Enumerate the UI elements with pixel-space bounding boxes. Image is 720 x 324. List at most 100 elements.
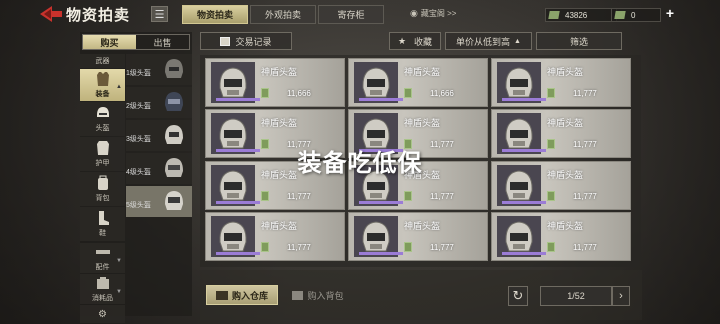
records-icon: [220, 36, 231, 46]
tab-appearance-auction[interactable]: 外观拍卖: [250, 5, 316, 24]
treasure-link[interactable]: ◉ 藏宝阁 >>: [410, 8, 456, 19]
item-name: 神盾头盔: [547, 221, 584, 231]
gear-icon: ⚙: [98, 308, 107, 320]
back-title[interactable]: 物资拍卖: [40, 3, 130, 25]
category-label: 消耗品: [92, 295, 113, 302]
item-thumbnail: [211, 113, 260, 154]
attachment-icon: [95, 250, 110, 254]
trade-records-button[interactable]: 交易记录: [200, 32, 292, 50]
toolbar: 交易记录 ★ 收藏 单价从低到高 ▲ 筛选: [200, 32, 642, 52]
category-armor[interactable]: 护甲: [80, 137, 125, 171]
item-card[interactable]: 神盾头盔 11,666: [348, 58, 488, 107]
item-card[interactable]: 神盾头盔 11,666: [205, 58, 345, 107]
level-3-helmet[interactable]: 3级头盔: [126, 120, 192, 151]
sell-tab[interactable]: 出售: [136, 35, 189, 49]
category-consumable[interactable]: 消耗品 ▼: [80, 274, 125, 304]
price-value: 11,777: [287, 139, 311, 149]
item-thumbnail: [497, 216, 546, 257]
item-price: 11,777: [404, 190, 486, 202]
level-4-helmet[interactable]: 4级头盔: [126, 153, 192, 184]
cash-icon: [404, 88, 412, 98]
item-price: 11,777: [404, 241, 486, 253]
item-price: 11,666: [404, 87, 486, 99]
armor-icon: [96, 141, 109, 155]
cash-icon: [261, 139, 269, 149]
buy-to-warehouse-button[interactable]: 购入仓库: [206, 285, 278, 305]
category-helmet[interactable]: 头盔: [80, 102, 125, 136]
level-label: 5级头盔: [126, 202, 151, 209]
item-name: 神盾头盔: [261, 118, 298, 128]
backpack-icon: [97, 175, 108, 190]
filter-button[interactable]: 筛选: [536, 32, 622, 50]
level-1-helmet[interactable]: 1级头盔: [126, 54, 192, 85]
buy-warehouse-label: 购入仓库: [231, 290, 268, 301]
cash-icon: [548, 11, 560, 19]
category-more[interactable]: ⚙: [80, 305, 125, 323]
backpack-icon: [292, 290, 304, 300]
item-card[interactable]: 神盾头盔 11,777: [348, 161, 488, 210]
chevron-up-icon: ▲: [116, 84, 122, 90]
item-card[interactable]: 神盾头盔 11,777: [491, 58, 631, 107]
item-thumbnail: [211, 62, 260, 103]
category-label: 护甲: [95, 160, 110, 167]
item-card[interactable]: 神盾头盔 11,777: [491, 161, 631, 210]
menu-button[interactable]: ☰: [151, 6, 168, 22]
add-currency-button[interactable]: +: [663, 6, 677, 21]
item-card[interactable]: 神盾头盔 11,777: [205, 212, 345, 261]
category-label: 武器: [95, 58, 110, 65]
refresh-button[interactable]: ↻: [508, 286, 528, 306]
sort-button[interactable]: 单价从低到高 ▲: [445, 32, 532, 50]
category-backpack[interactable]: 背包: [80, 172, 125, 206]
favorite-label: 收藏: [414, 36, 433, 47]
item-name: 神盾头盔: [261, 170, 298, 180]
item-name: 神盾头盔: [261, 67, 298, 77]
item-price: 11,777: [547, 241, 629, 253]
cash-icon: [614, 11, 626, 19]
tab-material-auction[interactable]: 物资拍卖: [182, 5, 248, 24]
item-card[interactable]: 神盾头盔 11,777: [348, 109, 488, 158]
currency-premium: 0: [611, 8, 661, 22]
category-panel: 购买 出售 武器 装备 ▲ 头盔 护甲 背包 鞋 配件 ▼ 消耗品 ▼ ⚙ 1级…: [80, 32, 192, 323]
refresh-icon: ↻: [512, 288, 524, 303]
item-thumbnail: [354, 113, 403, 154]
item-price: 11,777: [261, 138, 343, 150]
category-weapon[interactable]: 武器: [80, 54, 125, 68]
item-price: 11,777: [547, 138, 629, 150]
item-price: 11,666: [261, 87, 343, 99]
item-card[interactable]: 神盾头盔 11,777: [205, 161, 345, 210]
level-2-helmet[interactable]: 2级头盔: [126, 87, 192, 118]
next-page-button[interactable]: ›: [612, 286, 630, 306]
level-5-helmet[interactable]: 5级头盔: [126, 186, 192, 217]
category-boots[interactable]: 鞋: [80, 207, 125, 241]
rarity-bar: [359, 252, 403, 255]
item-card[interactable]: 神盾头盔 11,777: [491, 212, 631, 261]
category-attachment[interactable]: 配件 ▼: [80, 243, 125, 273]
rarity-bar: [216, 252, 260, 255]
cash-icon: [547, 139, 555, 149]
buy-backpack-label: 购入背包: [307, 290, 344, 301]
buy-tab[interactable]: 购买: [83, 35, 136, 49]
buy-to-backpack-button[interactable]: 购入背包: [282, 285, 354, 305]
item-card[interactable]: 神盾头盔 11,777: [491, 109, 631, 158]
helmet-icon: [96, 107, 109, 117]
level-label: 4级头盔: [126, 169, 151, 176]
price-value: 11,777: [430, 191, 454, 201]
item-card[interactable]: 神盾头盔 11,777: [205, 109, 345, 158]
favorite-button[interactable]: ★ 收藏: [389, 32, 441, 50]
price-value: 11,777: [573, 191, 597, 201]
chevron-down-icon: ▼: [116, 258, 122, 264]
item-card[interactable]: 神盾头盔 11,777: [348, 212, 488, 261]
tab-locker[interactable]: 寄存柜: [318, 5, 384, 24]
cash-icon: [261, 88, 269, 98]
filter-label: 筛选: [569, 36, 588, 47]
back-arrow-icon[interactable]: [40, 5, 62, 23]
item-name: 神盾头盔: [404, 221, 441, 231]
cash-icon: [404, 139, 412, 149]
level-label: 3级头盔: [126, 136, 151, 143]
rarity-bar: [502, 252, 546, 255]
helmet-icon: [165, 158, 183, 177]
item-name: 神盾头盔: [547, 170, 584, 180]
rarity-bar: [216, 98, 260, 101]
chevron-right-icon: ›: [619, 290, 623, 302]
category-equipment[interactable]: 装备 ▲: [80, 69, 125, 101]
